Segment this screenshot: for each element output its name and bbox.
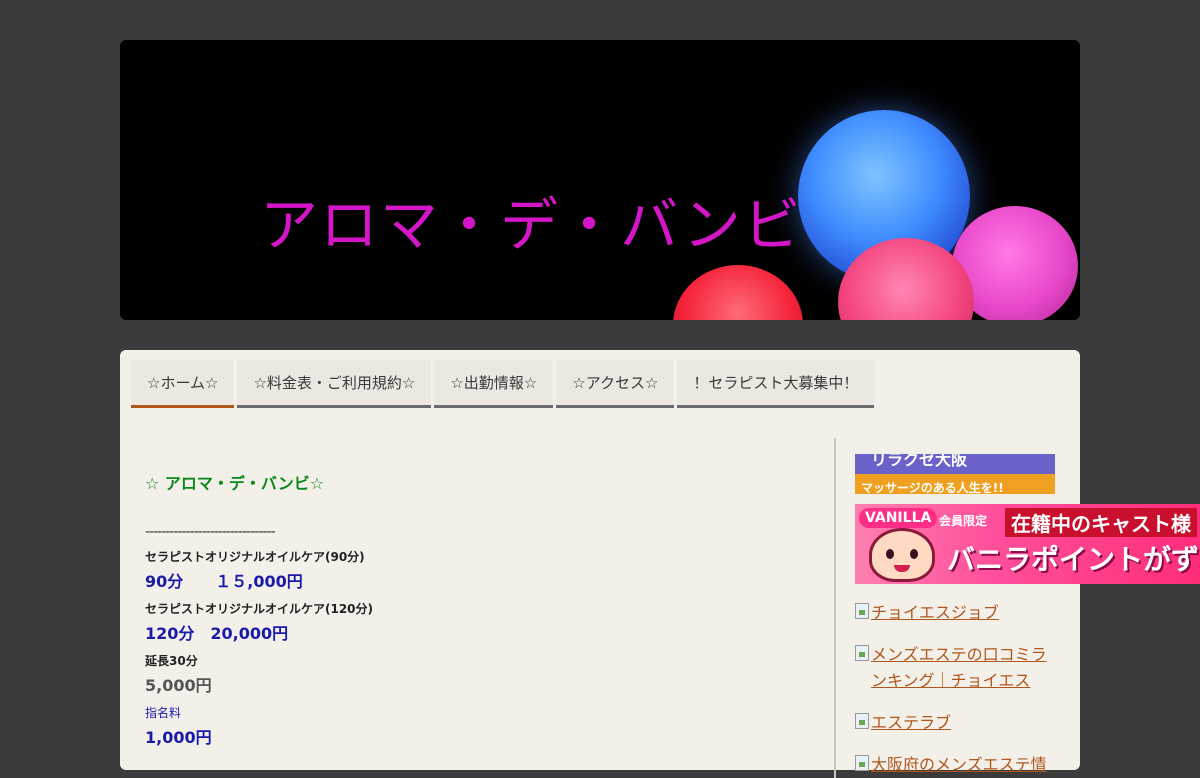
banner1-bottom-text: マッサージのある人生を!!	[855, 474, 1055, 494]
content-panel: ☆ホーム☆ ☆料金表・ご利用規約☆ ☆出勤情報☆ ☆アクセス☆ ！セラピスト大募…	[120, 350, 1200, 778]
broken-image-icon	[855, 603, 869, 619]
red-ball-image	[673, 265, 803, 320]
course2-price: 120分 20,000円	[145, 624, 289, 643]
broken-image-icon	[855, 755, 869, 771]
esthe-love-link[interactable]: エステラブ	[855, 710, 1200, 736]
site-header: アロマ・デ・バンビ	[120, 40, 1080, 320]
nomination-label: 指名料	[145, 706, 182, 720]
main-heading: ☆ アロマ・デ・バンビ☆	[145, 474, 325, 493]
relaxation-banner[interactable]: リラクゼ大阪 マッサージのある人生を!!	[855, 454, 1055, 494]
course2-label: セラピストオリジナルオイルケア(120分)	[145, 602, 374, 616]
course1-label: セラピストオリジナルオイルケア(90分)	[145, 550, 365, 564]
nav-home[interactable]: ☆ホーム☆	[131, 360, 235, 408]
choies-ranking-link[interactable]: メンズエステの口コミランキング｜チョイエス	[855, 642, 1200, 694]
vanilla-banner[interactable]: VANILLA 会員限定 在籍中のキャスト様 バニラポイントがず	[855, 504, 1200, 584]
course1-price: 90分 １５,000円	[145, 572, 303, 591]
members-only-badge: 会員限定	[939, 514, 988, 528]
nav-schedule[interactable]: ☆出勤情報☆	[434, 360, 554, 408]
character-face-icon	[869, 528, 935, 582]
nav-access[interactable]: ☆アクセス☆	[556, 360, 675, 408]
link-text: メンズエステの口コミランキング｜チョイエス	[871, 645, 1047, 690]
banner1-top-text: リラクゼ大阪	[855, 454, 1055, 474]
site-title[interactable]: アロマ・デ・バンビ	[260, 178, 803, 262]
banner2-subline: バニラポイントがず	[947, 543, 1200, 576]
nomination-price: 1,000円	[145, 728, 212, 747]
extension-label: 延長30分	[145, 654, 198, 668]
separator-line: --------------------------------	[145, 524, 276, 540]
vanilla-logo: VANILLA	[859, 508, 938, 528]
broken-image-icon	[855, 713, 869, 729]
link-text: チョイエスジョブ	[871, 603, 999, 622]
link-text: エステラブ	[871, 713, 952, 732]
sidebar: リラクゼ大阪 マッサージのある人生を!! VANILLA 会員限定 在籍中のキャ…	[855, 454, 1200, 778]
nav-pricing[interactable]: ☆料金表・ご利用規約☆	[237, 360, 432, 408]
osaka-mens-esthe-link[interactable]: 大阪府のメンズエステ情	[855, 752, 1200, 778]
extension-price: 5,000円	[145, 676, 212, 695]
link-text: 大阪府のメンズエステ情	[871, 755, 1047, 774]
choies-job-link[interactable]: チョイエスジョブ	[855, 600, 1200, 626]
nav-recruit[interactable]: ！セラピスト大募集中！	[677, 360, 875, 408]
column-divider	[834, 438, 836, 778]
banner2-headline: 在籍中のキャスト様	[1005, 508, 1197, 537]
broken-image-icon	[855, 645, 869, 661]
main-nav: ☆ホーム☆ ☆料金表・ご利用規約☆ ☆出勤情報☆ ☆アクセス☆ ！セラピスト大募…	[131, 360, 877, 408]
main-content: ☆ アロマ・デ・バンビ☆ ---------------------------…	[145, 470, 815, 748]
